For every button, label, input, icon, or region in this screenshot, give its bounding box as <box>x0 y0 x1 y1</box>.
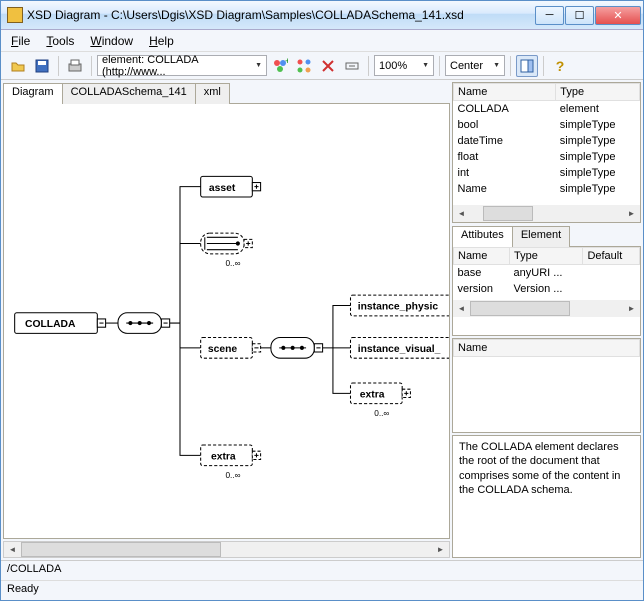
menubar: File Tools Window Help <box>1 30 643 52</box>
node-inst-vis: instance_visual_ <box>358 344 441 355</box>
svg-text:0..∞: 0..∞ <box>225 259 240 268</box>
print-button[interactable] <box>64 55 86 77</box>
doc-text: The COLLADA element declares the root of… <box>459 441 620 496</box>
attr-col-name: Name <box>454 248 510 265</box>
collapse-button[interactable] <box>341 55 363 77</box>
close-button[interactable]: ✕ <box>595 6 641 25</box>
menu-window[interactable]: Window <box>90 34 133 48</box>
app-icon <box>7 7 23 23</box>
diagram-hscrollbar[interactable]: ◄► <box>3 541 450 558</box>
doc-panel: The COLLADA element declares the root of… <box>452 435 641 558</box>
menu-help[interactable]: Help <box>149 34 174 48</box>
col-name: Name <box>454 84 556 101</box>
table-row: floatsimpleType <box>454 149 640 165</box>
node-scene-extra: extra <box>360 389 385 400</box>
node-extra: extra <box>211 451 236 462</box>
zoom-combo[interactable]: 100% <box>374 55 434 76</box>
table-row: versionVersion ... <box>454 281 640 297</box>
status-ready: Ready <box>1 581 643 600</box>
attr-hscrollbar[interactable]: ◄► <box>453 300 640 317</box>
node-inst-phys: instance_physic <box>358 302 439 313</box>
titlebar: XSD Diagram - C:\Users\Dgis\XSD Diagram\… <box>1 1 643 30</box>
attr-col-type: Type <box>510 248 583 265</box>
tab-diagram[interactable]: Diagram <box>3 83 63 104</box>
node-collada: COLLADA <box>25 319 76 330</box>
expand-all-button[interactable] <box>293 55 315 77</box>
content-tabs: Diagram COLLADASchema_141 xml <box>3 83 450 104</box>
table-row: baseanyURI ... <box>454 265 640 282</box>
attributes-table[interactable]: NameTypeDefault baseanyURI ... versionVe… <box>453 247 640 297</box>
remove-button[interactable] <box>317 55 339 77</box>
facets-table[interactable]: Name <box>453 339 640 357</box>
open-button[interactable] <box>7 55 29 77</box>
facets-col-name: Name <box>454 340 640 357</box>
align-combo[interactable]: Center <box>445 55 505 76</box>
statusbar: /COLLADA Ready <box>1 560 643 600</box>
svg-text:0..∞: 0..∞ <box>225 471 240 480</box>
save-button[interactable] <box>31 55 53 77</box>
menu-tools[interactable]: Tools <box>46 34 74 48</box>
toolbar: element: COLLADA (http://www... + 100% C… <box>1 52 643 80</box>
toggle-panel-button[interactable] <box>516 55 538 77</box>
status-path: /COLLADA <box>1 561 643 581</box>
svg-text:0..∞: 0..∞ <box>374 409 389 418</box>
node-scene: scene <box>208 344 238 355</box>
node-asset: asset <box>209 183 236 194</box>
minimize-button[interactable]: ─ <box>535 6 564 25</box>
tab-attributes[interactable]: Attibutes <box>452 226 513 247</box>
table-row: boolsimpleType <box>454 117 640 133</box>
add-element-button[interactable]: + <box>269 55 291 77</box>
tab-xml[interactable]: xml <box>195 83 230 104</box>
types-table[interactable]: NameType COLLADAelement boolsimpleType d… <box>453 83 640 197</box>
table-row: NamesimpleType <box>454 181 640 197</box>
tab-schema[interactable]: COLLADASchema_141 <box>62 83 196 104</box>
element-combo[interactable]: element: COLLADA (http://www... <box>97 55 267 76</box>
attr-col-default: Default <box>583 248 640 265</box>
svg-text:+: + <box>285 58 288 66</box>
types-hscrollbar[interactable]: ◄► <box>453 205 640 222</box>
diagram-pane[interactable]: COLLADA <box>3 103 450 539</box>
table-row: intsimpleType <box>454 165 640 181</box>
table-row: COLLADAelement <box>454 101 640 118</box>
window-title: XSD Diagram - C:\Users\Dgis\XSD Diagram\… <box>27 8 535 22</box>
help-button[interactable]: ? <box>549 55 571 77</box>
table-row: dateTimesimpleType <box>454 133 640 149</box>
menu-file[interactable]: File <box>11 34 30 48</box>
col-type: Type <box>556 84 640 101</box>
tab-element[interactable]: Element <box>512 226 570 247</box>
maximize-button[interactable]: ☐ <box>565 6 594 25</box>
